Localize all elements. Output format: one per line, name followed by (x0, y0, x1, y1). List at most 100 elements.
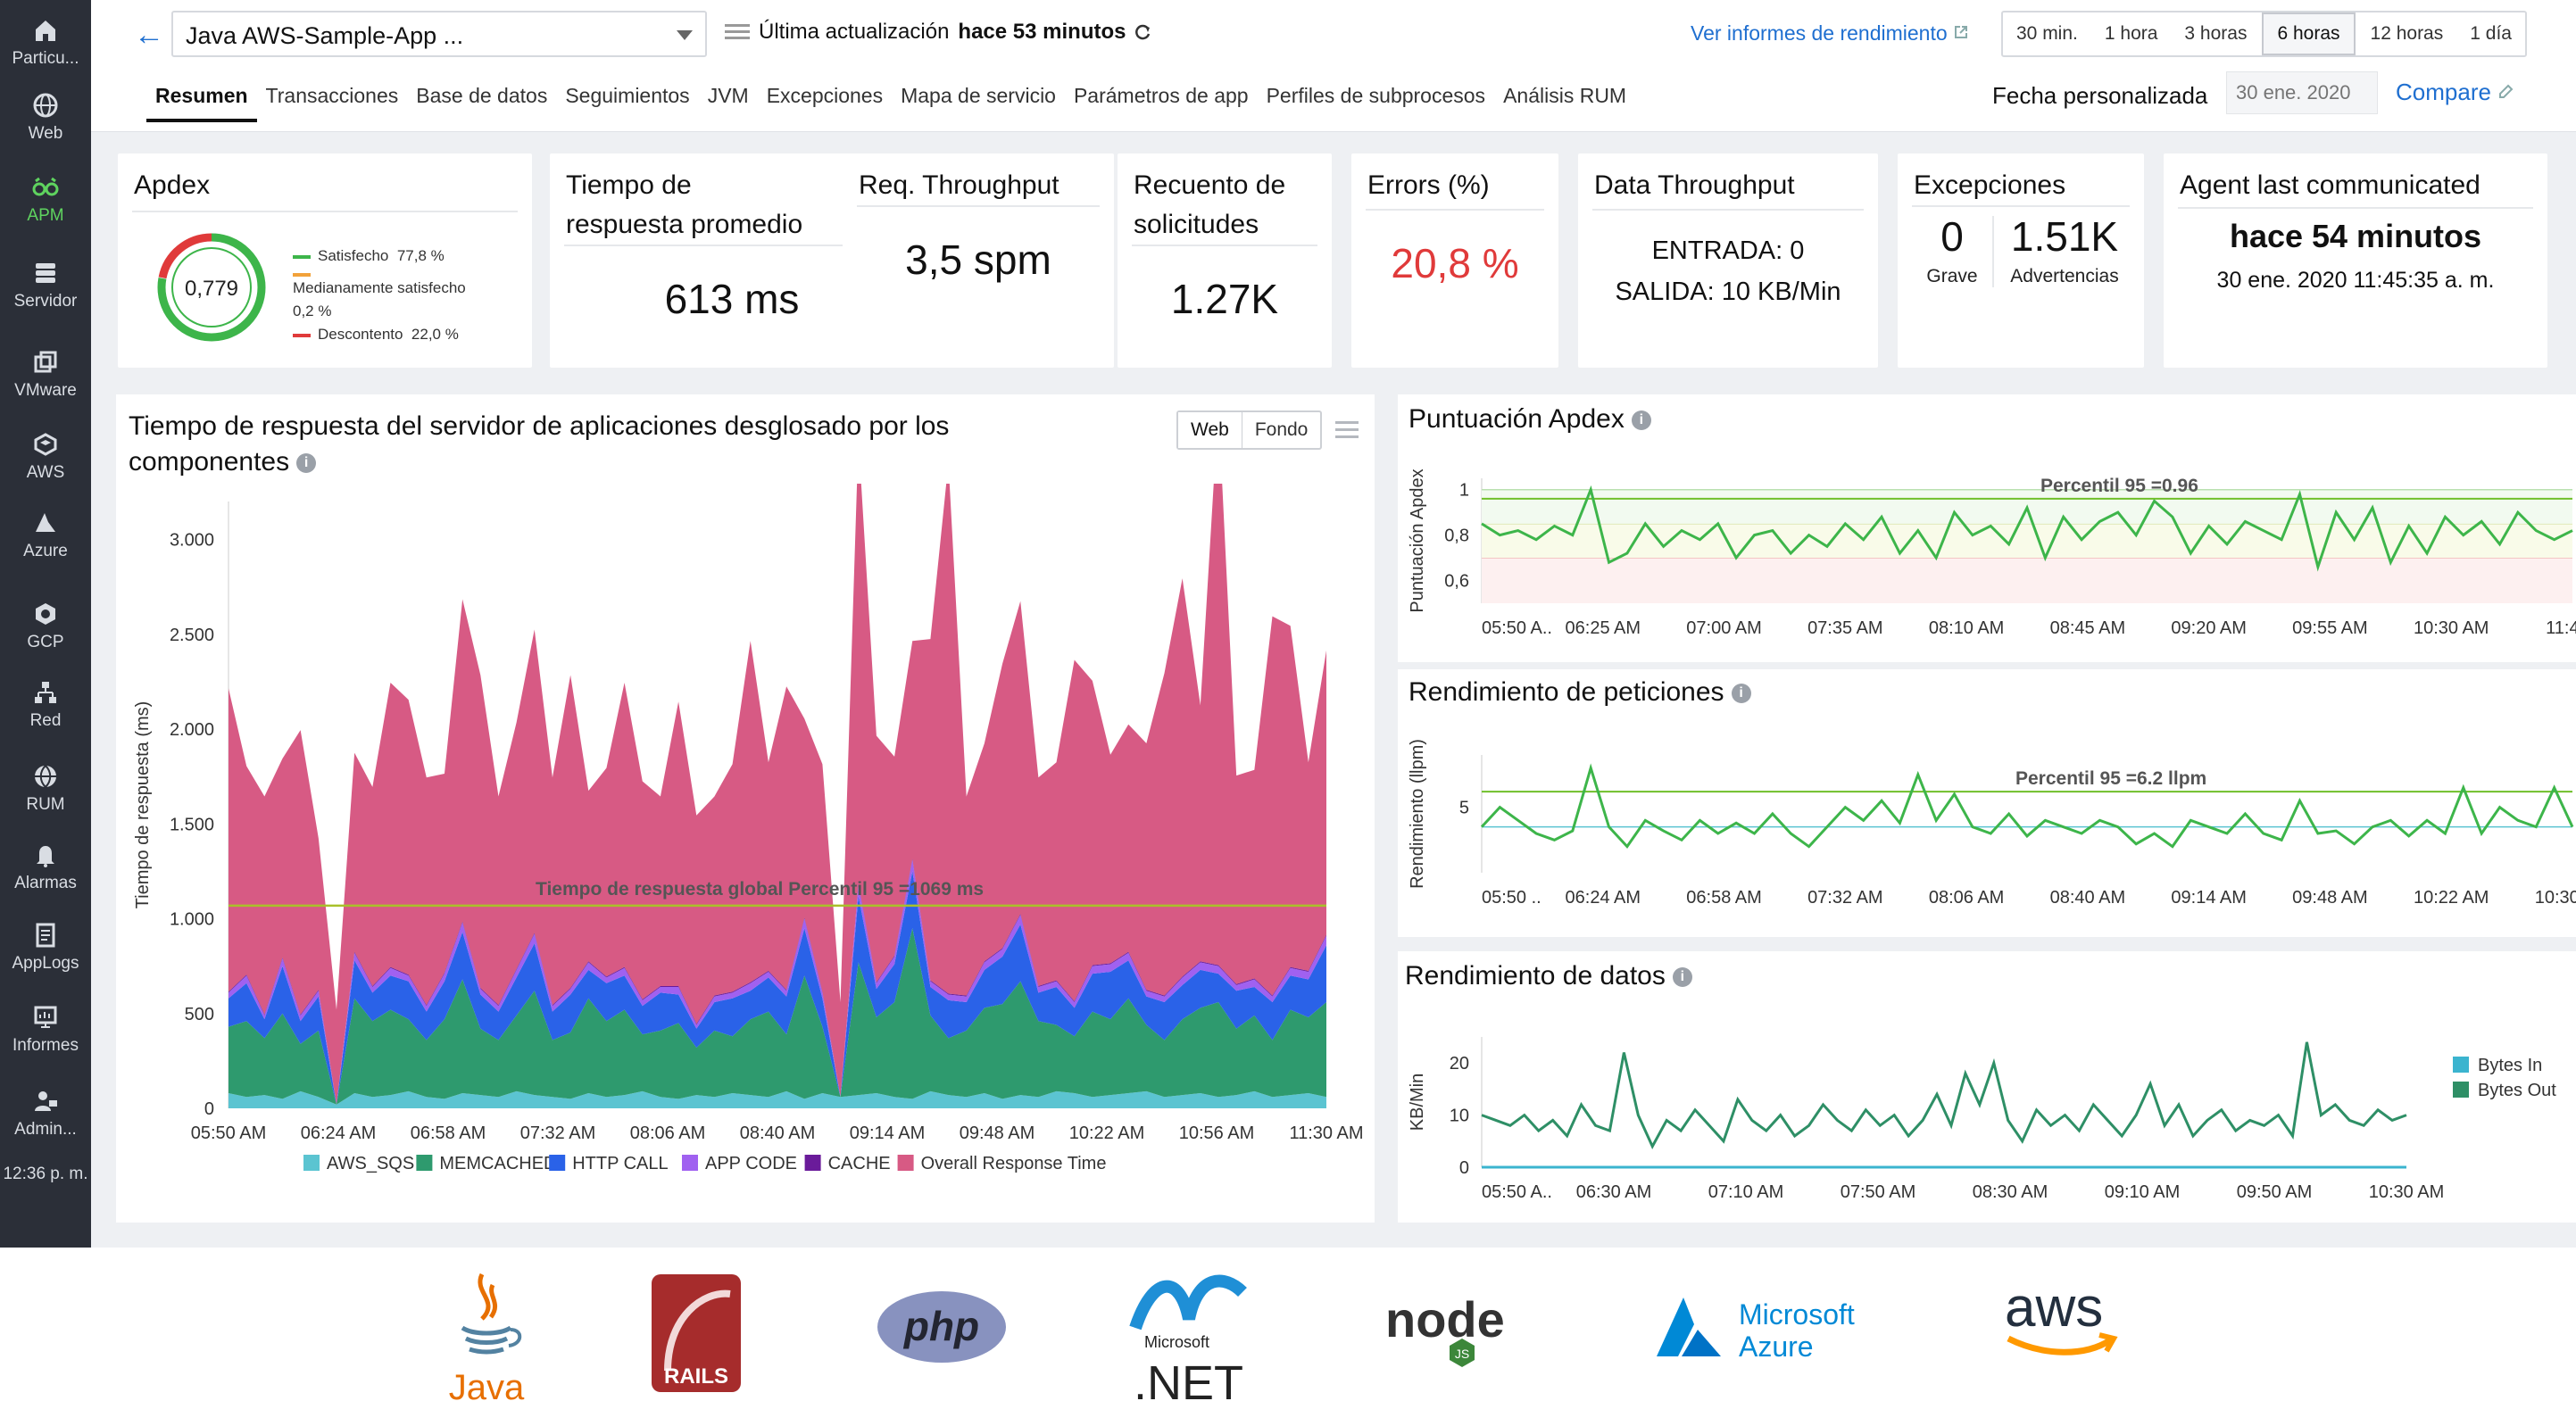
agent-card: Agent last communicated hace 54 minutos … (2164, 153, 2547, 368)
x-tick-label: 06:24 AM (301, 1123, 377, 1143)
sidebar-item-label: Alarmas (14, 874, 77, 892)
exceptions-card: Excepciones 0 Grave 1.51K Advertencias (1898, 153, 2144, 368)
compare-link[interactable]: Compare (2396, 79, 2514, 106)
apdex-legend-tolerating: Medianamente satisfecho 0,2 % (293, 273, 466, 323)
x-tick-label: 06:58 AM (411, 1123, 486, 1143)
card-divider (857, 205, 1100, 207)
card-divider (2178, 207, 2533, 209)
y-tick-label: 2.000 (170, 720, 214, 740)
toggle-fondo[interactable]: Fondo (1242, 412, 1321, 448)
range-1-dia[interactable]: 1 día (2456, 12, 2525, 55)
errors-card: Errors (%) 20,8 % (1351, 153, 1558, 368)
tab-resumen[interactable]: Resumen (146, 80, 257, 122)
tab-excepciones[interactable]: Excepciones (758, 80, 892, 122)
x-tick-label: 09:14 AM (2171, 888, 2247, 908)
errors-title: Errors (%) (1367, 170, 1490, 200)
external-link-icon (1955, 26, 1968, 38)
sidebar-item-admin[interactable]: Admin... (0, 1074, 91, 1153)
range-12-horas[interactable]: 12 horas (2357, 12, 2457, 55)
legend-label: APP CODE (705, 1154, 797, 1173)
sidebar-item-label: VMware (14, 381, 77, 400)
x-tick-label: 07:00 AM (1686, 618, 1762, 638)
data-throughput-title-text: Rendimiento de datos (1405, 961, 1666, 991)
network-icon (35, 682, 56, 703)
tab-seguimientos[interactable]: Seguimientos (556, 80, 698, 122)
request-throughput-panel: Rendimiento de peticiones i 5 Percentil 95… (1398, 669, 2576, 937)
sidebar-item-rum[interactable]: RUM (0, 750, 91, 828)
tab-jvm[interactable]: JVM (699, 80, 758, 122)
sidebar-item-alarmas[interactable]: Alarmas (0, 828, 91, 907)
sidebar-item-label: GCP (27, 633, 64, 651)
panel-menu-icon[interactable] (1335, 421, 1359, 439)
sidebar-item-red[interactable]: Red (0, 666, 91, 744)
warning-count: 1.51K (2010, 213, 2119, 260)
svg-text:node: node (1385, 1291, 1505, 1347)
refresh-icon[interactable] (1134, 23, 1152, 41)
app-selector[interactable]: Java AWS-Sample-App ... (171, 11, 707, 57)
sidebar-item-informes[interactable]: Informes (0, 991, 91, 1069)
response-breakdown-panel: Tiempo de respuesta del servidor de apli… (116, 394, 1375, 1223)
exceptions-title: Excepciones (1914, 170, 2066, 200)
info-icon[interactable]: i (1731, 684, 1751, 704)
performance-reports-link[interactable]: Ver informes de rendimiento (1691, 21, 1969, 46)
tab-mapa-de-servicio[interactable]: Mapa de servicio (892, 80, 1065, 122)
range-30-min[interactable]: 30 min. (2003, 12, 2091, 55)
info-icon[interactable]: i (1631, 410, 1651, 431)
custom-date-label: Fecha personalizada (1992, 82, 2208, 109)
nodejs-logo: node JS (1385, 1291, 1505, 1367)
last-update-value: hace 53 minutos (958, 20, 1126, 44)
info-icon[interactable]: i (1672, 967, 1692, 988)
back-arrow-icon[interactable]: ← (134, 18, 164, 53)
legend-swatch (549, 1155, 566, 1171)
sidebar-item-aws[interactable]: AWS (0, 418, 91, 496)
card-divider (1366, 209, 1544, 211)
tab-parametros-de-app[interactable]: Parámetros de app (1065, 80, 1258, 122)
sidebar-item-applogs[interactable]: AppLogs (0, 908, 91, 987)
legend-swatch (2453, 1082, 2469, 1098)
custom-date-input[interactable] (2226, 71, 2378, 114)
legend-swatch (804, 1155, 821, 1171)
sidebar-item-gcp[interactable]: GCP (0, 587, 91, 666)
card-divider (1592, 209, 1864, 211)
request-throughput-title: Rendimiento de peticiones i (1408, 675, 1751, 710)
x-tick-label: 06:30 AM (1576, 1182, 1652, 1202)
x-tick-label: 05:50 A.. (1482, 618, 1552, 638)
legend-label: HTTP CALL (572, 1154, 668, 1173)
toggle-web[interactable]: Web (1178, 412, 1242, 448)
exceptions-warnings: 1.51K Advertencias (1996, 207, 2133, 287)
info-icon[interactable]: i (296, 453, 317, 474)
sidebar-item-label: Azure (23, 542, 68, 560)
percentile-label: Percentil 95 =0.96 (2040, 476, 2198, 496)
x-tick-label: 09:14 AM (850, 1123, 926, 1143)
sidebar: Particu... Web APM Servidor VMware AWS A… (0, 0, 91, 1248)
range-6-horas[interactable]: 6 horas (2262, 12, 2356, 55)
sidebar-item-label: Admin... (14, 1120, 77, 1139)
y-tick-label: 1.500 (170, 815, 214, 834)
series-line-bytes-out (1481, 1041, 2407, 1149)
sidebar-item-label: RUM (26, 795, 65, 814)
range-1-hora[interactable]: 1 hora (2091, 12, 2172, 55)
y-tick-label: 0 (1459, 1158, 1469, 1178)
sidebar-item-particular[interactable]: Particu... (0, 4, 91, 82)
response-title-line1: Tiempo de (566, 170, 692, 200)
tab-analisis-rum[interactable]: Análisis RUM (1494, 80, 1635, 122)
y-tick-label: 2.500 (170, 626, 214, 645)
last-update: Última actualización hace 53 minutos (725, 20, 1152, 45)
tab-perfiles-de-subprocesos[interactable]: Perfiles de subprocesos (1258, 80, 1494, 122)
sidebar-item-apm[interactable]: APM (0, 161, 91, 239)
tab-base-de-datos[interactable]: Base de datos (407, 80, 556, 122)
sidebar-item-azure[interactable]: Azure (0, 496, 91, 575)
sidebar-item-label: Servidor (13, 292, 78, 311)
sidebar-item-servidor[interactable]: Servidor (0, 246, 91, 325)
tab-transacciones[interactable]: Transacciones (257, 80, 408, 122)
y-tick-label: 500 (185, 1005, 214, 1024)
sidebar-item-label: AWS (26, 463, 65, 482)
sidebar-item-web[interactable]: Web (0, 79, 91, 157)
sidebar-item-vmware[interactable]: VMware (0, 336, 91, 414)
range-3-horas[interactable]: 3 horas (2171, 12, 2260, 55)
apdex-gauge: 0,779 (157, 233, 266, 342)
legend-label: Overall Response Time (921, 1154, 1107, 1173)
apdex-card: Apdex 0,779 Satisfecho 77,8 % Medianamen… (118, 153, 532, 368)
admin-icon (35, 1091, 57, 1111)
legend-label: CACHE (828, 1154, 891, 1173)
